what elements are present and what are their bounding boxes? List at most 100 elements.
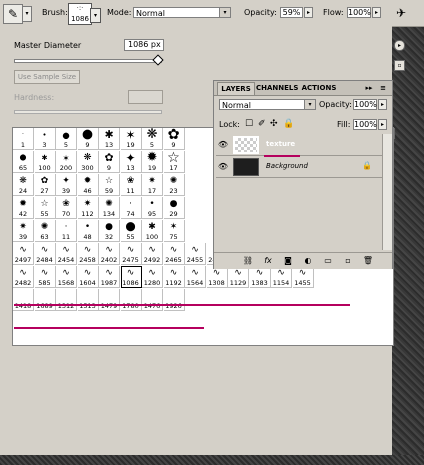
panel-menu-icon[interactable]: ▸ [394,40,405,51]
brush-preset[interactable]: ✿ 9 [163,128,185,150]
brush-preset[interactable]: ∿ 2458 [77,243,99,265]
brush-preset[interactable]: 1926 [163,289,185,311]
brush-preset[interactable]: · 11 [56,220,77,242]
new-layer-icon[interactable]: ▫ [342,255,354,267]
adjustment-layer-icon[interactable]: ◐ [302,255,314,267]
brush-preset[interactable]: ∿ 1564 [185,266,206,288]
brush-preset[interactable]: • 95 [142,197,163,219]
brush-preset[interactable]: ∿ 1455 [292,266,314,288]
brush-picker-toggle[interactable]: ▾ [90,8,101,23]
opacity-slider-button[interactable]: ▸ [304,7,313,18]
brush-preset[interactable]: ✶ 75 [163,220,185,242]
brush-preset[interactable]: 1312 [56,289,77,311]
brush-preview[interactable]: ·:· 1086 [68,3,92,25]
brush-preset[interactable]: ✹ 42 [13,197,34,219]
brush-preset[interactable]: 1689 [34,289,56,311]
brush-preset[interactable]: ✶ 19 [120,128,142,150]
tool-preset-dropdown[interactable]: ▾ [22,6,32,22]
brush-preset[interactable]: ✿ 9 [99,151,120,173]
brush-preset[interactable]: ● 29 [163,197,185,219]
tab-channels[interactable]: CHANNELS [256,82,298,94]
brush-preset[interactable]: 1479 [99,289,120,311]
brush-preset[interactable]: • 3 [34,128,56,150]
brush-preset[interactable]: ∿ 2402 [99,243,120,265]
brush-preset[interactable]: ❀ 70 [56,197,77,219]
brush-preset[interactable]: ● 32 [99,220,120,242]
layer-opacity-field[interactable]: 100% [353,99,377,110]
brush-preset[interactable]: ∿ 2475 [120,243,142,265]
master-diameter-slider[interactable] [14,59,162,63]
brush-preset[interactable]: ∿ 1280 [142,266,163,288]
fill-slider-button[interactable]: ▸ [378,119,387,130]
brush-preset[interactable]: ❋ 300 [77,151,99,173]
brush-preset[interactable]: ∿ 1154 [271,266,292,288]
brush-preset[interactable]: ⬤ 65 [13,151,34,173]
brush-preset[interactable]: ∿ 2497 [13,243,34,265]
opacity-field[interactable]: 59% [280,7,303,18]
link-layers-icon[interactable]: ⛓ [242,255,254,267]
blend-mode-select[interactable]: Normal ▾ [219,99,316,110]
tab-layers[interactable]: LAYERS [217,82,255,95]
layer-mask-icon[interactable]: ◙ [282,255,294,267]
brush-preset[interactable]: ✦ 39 [56,174,77,196]
master-diameter-field[interactable]: 1086 px [124,39,164,51]
brush-preset[interactable]: ✿ 27 [34,174,56,196]
panel-menu-icon[interactable]: ≡ [378,82,388,94]
use-sample-size-button[interactable]: Use Sample Size [14,70,80,84]
layer-style-icon[interactable]: fx [262,255,274,267]
trash-icon[interactable]: 🗑 [362,255,374,267]
brush-preset[interactable]: ✷ 39 [13,220,34,242]
brush-preset[interactable]: ☆ 59 [99,174,120,196]
brush-preset[interactable]: ✱ 13 [99,128,120,150]
brush-preset[interactable]: ∿ 1086 [120,266,142,288]
brush-preset[interactable]: 1418 [13,289,34,311]
brush-preset[interactable]: ⬤ 55 [120,220,142,242]
new-preset-icon[interactable]: ▫ [394,60,405,71]
brush-preset[interactable]: 1513 [77,289,99,311]
mode-select[interactable]: Normal ▾ [133,7,231,18]
brush-preset[interactable]: ∿ 2465 [163,243,185,265]
brush-preset[interactable]: ∿ 1568 [56,266,77,288]
lock-paint-icon[interactable]: ✐ [258,119,266,129]
brush-preset[interactable]: • 48 [77,220,99,242]
visibility-eye-icon[interactable]: 👁 [217,139,229,151]
brush-preset[interactable]: ∿ 1987 [99,266,120,288]
lock-move-icon[interactable]: ✣ [270,119,278,129]
brush-preset[interactable]: ∿ 2482 [13,266,34,288]
brush-preset[interactable]: ☆ 55 [34,197,56,219]
lock-all-icon[interactable]: 🔒 [283,119,294,129]
brush-preset[interactable]: ∿ 1308 [206,266,228,288]
airbrush-icon[interactable]: ✈ [392,5,410,21]
brush-preset[interactable]: ✺ 23 [163,174,185,196]
brush-preset[interactable]: ❋ 5 [142,128,163,150]
brush-preset[interactable]: ∿ 2454 [56,243,77,265]
brush-preset[interactable]: ✺ 63 [34,220,56,242]
collapse-icon[interactable]: ▸▸ [364,82,374,94]
brush-preset[interactable]: ∿ 1129 [228,266,249,288]
new-group-icon[interactable]: ▭ [322,255,334,267]
brush-preset[interactable]: ✱ 100 [34,151,56,173]
brush-preset[interactable]: ∿ 2492 [142,243,163,265]
brush-preset[interactable]: ✹ 46 [77,174,99,196]
brush-tool-icon[interactable]: ✎ [3,4,23,24]
layer-row-texture[interactable]: 👁 texture [216,134,382,156]
brush-preset[interactable]: ● 5 [56,128,77,150]
brush-preset[interactable]: ∿ 1383 [249,266,271,288]
brush-preset[interactable]: ∿ 2455 [185,243,206,265]
brush-preset[interactable]: 1476 [142,289,163,311]
brush-preset[interactable]: ❀ 11 [120,174,142,196]
brush-preset[interactable]: ✱ 100 [142,220,163,242]
brush-preset[interactable]: ✶ 200 [56,151,77,173]
brush-preset[interactable]: ✺ 134 [99,197,120,219]
brush-preset[interactable]: ☆ 17 [163,151,185,173]
fill-field[interactable]: 100% [353,119,377,130]
brush-preset[interactable]: · 1 [13,128,34,150]
tab-actions[interactable]: ACTIONS [300,82,338,94]
brush-preset[interactable]: ⬤ 9 [77,128,99,150]
brush-preset[interactable]: ✷ 112 [77,197,99,219]
brush-preset[interactable]: ✷ 17 [142,174,163,196]
brush-preset[interactable]: ∿ 585 [34,266,56,288]
brush-preset[interactable]: ∿ 1604 [77,266,99,288]
brush-preset[interactable]: 1780 [120,289,142,311]
visibility-eye-icon[interactable]: 👁 [217,161,229,173]
